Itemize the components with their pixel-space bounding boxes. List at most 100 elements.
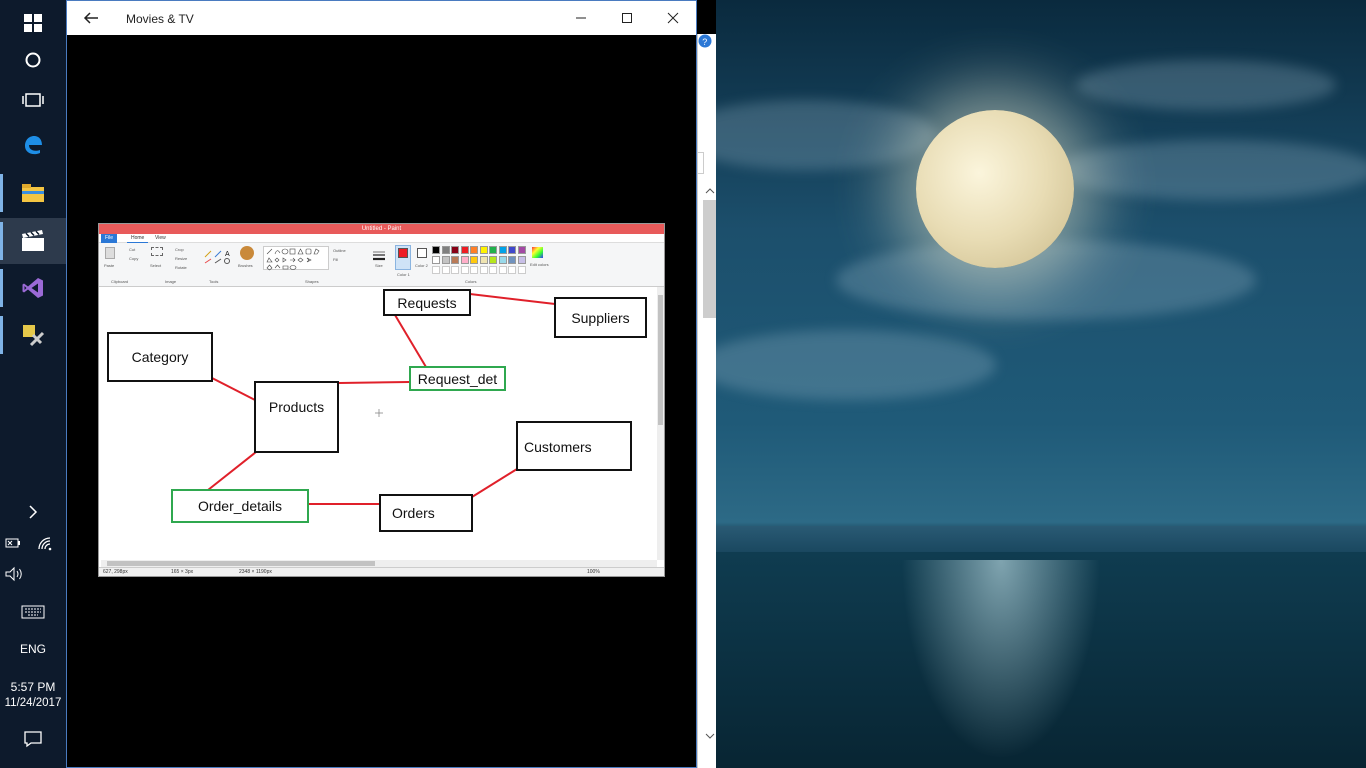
background-window-edge[interactable]: ? xyxy=(697,34,716,768)
scroll-thumb xyxy=(658,295,663,425)
notification-icon xyxy=(24,731,42,748)
image-size: 2348 × 1190px xyxy=(239,569,272,575)
wifi-icon[interactable] xyxy=(36,535,56,553)
palette-swatch xyxy=(508,256,516,264)
cloud xyxy=(1056,140,1366,200)
input-edge[interactable] xyxy=(698,152,704,174)
palette-swatch xyxy=(460,256,469,264)
chevron-right-icon xyxy=(29,505,38,519)
palette-swatch xyxy=(451,246,459,254)
fill-label: Fill xyxy=(333,257,339,262)
cloud xyxy=(1076,60,1336,110)
moon xyxy=(916,110,1074,268)
paint-horizontal-scrollbar xyxy=(101,560,657,567)
color2-label: Color 2 xyxy=(415,263,428,268)
show-hidden-icons-button[interactable] xyxy=(0,489,66,535)
desktop-wallpaper xyxy=(716,0,1366,768)
maximize-button[interactable] xyxy=(604,1,650,35)
palette-swatch-empty xyxy=(470,266,478,274)
palette-swatch-empty xyxy=(489,266,497,274)
action-center-button[interactable] xyxy=(0,716,66,762)
resize-label: Resize xyxy=(175,256,188,261)
tools-group: A xyxy=(203,249,233,265)
paint-title: Untitled - Paint xyxy=(361,226,402,232)
scroll-up-icon[interactable] xyxy=(703,184,717,200)
size-label: Size xyxy=(375,263,383,268)
clock-date[interactable]: 11/24/2017 xyxy=(0,697,66,709)
cortana-icon xyxy=(25,52,41,68)
palette-swatch xyxy=(517,256,526,264)
scroll-down-icon[interactable] xyxy=(703,729,717,745)
entity-requests: Requests xyxy=(383,289,471,316)
running-indicator xyxy=(0,316,3,354)
entity-suppliers: Suppliers xyxy=(554,297,647,338)
copy-label: Copy xyxy=(129,256,139,261)
close-button[interactable] xyxy=(650,1,696,35)
running-indicator xyxy=(0,222,3,260)
maximize-icon xyxy=(622,13,632,23)
clock-time[interactable]: 5:57 PM xyxy=(0,680,66,694)
palette-swatch xyxy=(498,246,507,254)
paint-ribbon: Paste Cut Copy Select Crop Resize Rotate… xyxy=(99,243,664,287)
entity-customers: Customers xyxy=(516,421,632,471)
outline-label: Outline xyxy=(333,248,346,253)
paint-tab-file: File xyxy=(101,234,118,243)
minimize-icon xyxy=(576,17,586,19)
palette-swatch xyxy=(508,246,516,254)
svg-text:A: A xyxy=(225,251,230,258)
palette-swatch xyxy=(441,256,450,264)
group-shapes: Shapes xyxy=(305,279,319,284)
palette-swatch xyxy=(489,256,497,264)
palette-swatch xyxy=(460,246,469,254)
city-skyline xyxy=(716,526,1366,552)
minimize-button[interactable] xyxy=(558,1,604,35)
palette-swatch-empty xyxy=(460,266,469,274)
group-image: Image xyxy=(165,279,177,284)
size-icon xyxy=(373,248,385,261)
palette-swatch-empty xyxy=(479,266,488,274)
file-explorer-icon xyxy=(22,184,44,202)
paint-status-bar: 627, 298px 165 × 3px 2348 × 1190px 100% xyxy=(99,567,664,576)
group-colors: Colors xyxy=(465,279,477,284)
color1-swatch xyxy=(398,248,408,258)
cloud xyxy=(716,330,996,400)
window-title: Movies & TV xyxy=(126,12,194,26)
language-indicator[interactable]: ENG xyxy=(0,642,66,656)
scroll-thumb[interactable] xyxy=(703,200,716,318)
brushes-label: Brushes xyxy=(238,263,253,268)
battery-icon[interactable] xyxy=(4,535,24,553)
task-view-button[interactable] xyxy=(0,77,66,123)
back-button[interactable] xyxy=(81,8,101,28)
keyboard-icon xyxy=(21,605,45,619)
palette-swatch xyxy=(489,246,497,254)
edit-colors-label: Edit colors xyxy=(530,262,549,267)
running-indicator xyxy=(0,174,3,212)
palette-swatch xyxy=(498,256,507,264)
start-icon xyxy=(24,14,42,32)
edge-icon xyxy=(25,136,42,155)
help-icon[interactable]: ? xyxy=(698,34,712,50)
edit-colors-icon xyxy=(532,247,543,258)
back-arrow-icon xyxy=(83,12,98,24)
paint-tab-view: View xyxy=(155,235,166,241)
color2-swatch xyxy=(417,248,427,258)
select-icon xyxy=(151,247,163,256)
palette-swatch xyxy=(441,246,450,254)
movies-tv-button[interactable] xyxy=(0,218,66,264)
crop-label: Crop xyxy=(175,247,184,252)
touch-keyboard-button[interactable] xyxy=(0,589,66,635)
tools-button[interactable] xyxy=(0,312,66,358)
tools-icon xyxy=(23,325,45,347)
volume-icon[interactable] xyxy=(4,566,26,584)
group-tools: Tools xyxy=(209,279,219,284)
paste-icon xyxy=(105,247,115,259)
paint-canvas: Requests Suppliers Category Products Req… xyxy=(101,287,659,560)
visual-studio-button[interactable] xyxy=(0,265,66,311)
palette-swatch-empty xyxy=(451,266,459,274)
video-frame-paint[interactable]: Untitled - Paint File Home View Paste Cu… xyxy=(98,223,665,577)
file-explorer-button[interactable] xyxy=(0,170,66,216)
cloud xyxy=(716,100,936,170)
palette-swatch xyxy=(432,246,440,254)
cloud xyxy=(836,240,1256,320)
edge-button[interactable] xyxy=(0,122,66,168)
